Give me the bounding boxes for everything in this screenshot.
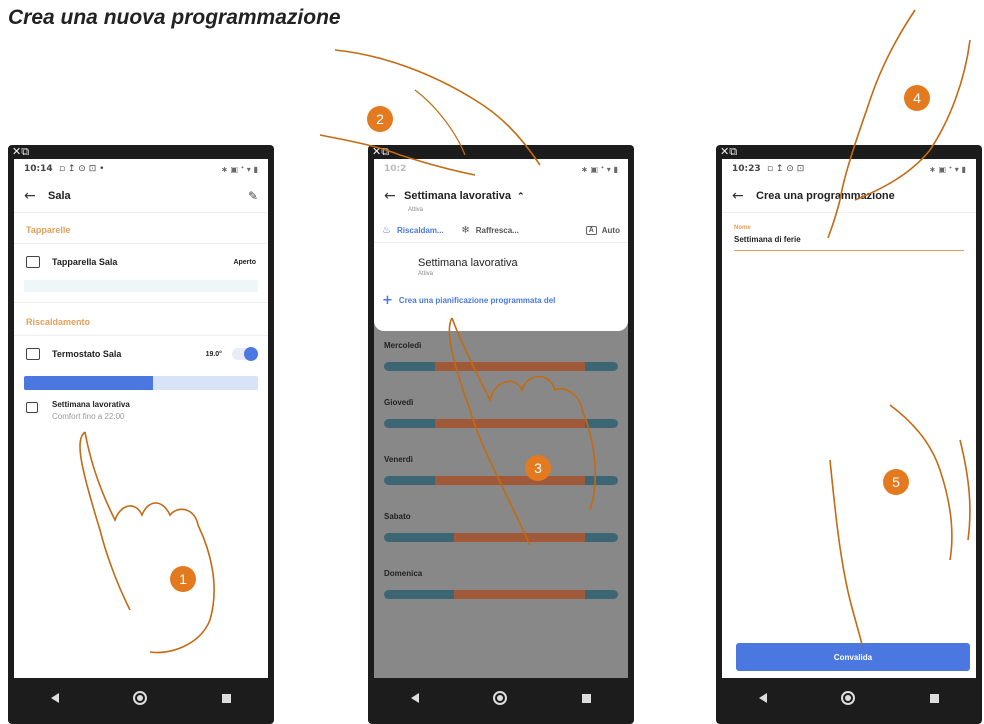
section-blinds: Tapparelle (26, 225, 71, 235)
page-title: Crea una nuova programmazione (8, 6, 341, 29)
day-name: Domenica (384, 569, 423, 578)
step-badge-5: 5 (883, 469, 909, 495)
section-heating: Riscaldamento (14, 302, 268, 335)
status-icons-right: ∗ ▣ ᐩ ▾ ▮ (581, 164, 618, 174)
back-button[interactable]: ← (732, 188, 752, 204)
nav-back-icon[interactable] (411, 693, 420, 703)
nav-back-icon[interactable] (759, 693, 768, 703)
thermostat-label: Termostato Sala (52, 349, 122, 359)
blind-row[interactable]: Tapparella Sala Aperto (14, 243, 268, 280)
pointing-hand-4-icon (827, 9, 971, 239)
program-title: Settimana lavorativa (52, 400, 130, 409)
status-time: 10:14 (24, 164, 53, 174)
blind-label: Tapparella Sala (52, 257, 118, 267)
step-badge-4: 4 (904, 85, 930, 111)
back-button[interactable]: ← (24, 188, 44, 204)
day-schedule-row[interactable]: Domenica (374, 559, 628, 616)
tab-heating-label: Riscaldam... (396, 226, 444, 235)
blind-status: Aperto (233, 258, 256, 266)
blind-icon (26, 256, 40, 268)
phone-topbar: ✕⧉ (12, 145, 30, 158)
tab-cooling-label: Raffresca... (475, 226, 519, 235)
tab-cooling[interactable]: ❄ Raffresca... (461, 225, 540, 236)
step-badge-3: 3 (525, 455, 551, 481)
create-program-label: Crea una pianificazione programmata del (398, 296, 556, 305)
tab-auto[interactable]: A Auto (541, 226, 620, 235)
thermostat-icon (26, 348, 40, 360)
pointing-hand-5-icon (829, 404, 971, 646)
plus-icon: + (382, 293, 393, 308)
pointing-hand-3-icon (448, 317, 597, 546)
thermostat-temperature: 19.0° (205, 350, 222, 358)
nav-home-icon[interactable] (841, 691, 856, 705)
status-icons-left: ▫ ↥ ⊙ ⊡ • (58, 164, 105, 174)
comfort-segment (454, 590, 586, 599)
day-schedule-bar (384, 590, 618, 599)
program-item-title: Settimana lavorativa (418, 257, 518, 269)
android-navbar (722, 678, 976, 718)
status-icons-right: ∗ ▣ ᐩ ▾ ▮ (221, 164, 258, 174)
thermostat-row[interactable]: Termostato Sala 19.0° (14, 335, 268, 372)
tab-auto-label: Auto (601, 226, 620, 235)
blind-control-bar[interactable] (24, 280, 258, 292)
android-navbar (374, 678, 628, 718)
status-time: 10:23 (732, 164, 761, 174)
pointing-hand-2-icon (319, 49, 541, 176)
temperature-slider[interactable] (24, 376, 258, 390)
nav-back-icon[interactable] (51, 693, 60, 703)
tab-heating[interactable]: ♨ Riscaldam... (382, 225, 461, 236)
nav-recent-icon[interactable] (929, 693, 939, 703)
status-bar: 10:14 ▫ ↥ ⊙ ⊡ • ∗ ▣ ᐩ ▾ ▮ (14, 159, 268, 179)
pointing-hand-1-icon (79, 431, 215, 654)
snowflake-icon: ❄ (461, 225, 470, 236)
temperature-slider-fill (24, 376, 153, 390)
program-item-subtitle: Attiva (418, 271, 434, 277)
app-header: ← Sala ✎ (14, 179, 268, 213)
auto-icon: A (585, 226, 597, 235)
nav-home-icon[interactable] (493, 691, 508, 705)
status-icons-left: ▫ ↥ ⊙ ⊡ (766, 164, 805, 174)
nav-recent-icon[interactable] (221, 693, 231, 703)
tutorial-page: Crea una nuova programmazione ✕⧉ 10:14 ▫… (0, 0, 984, 724)
header-title: Sala (48, 189, 71, 202)
nav-home-icon[interactable] (133, 691, 148, 705)
program-item[interactable]: Settimana lavorativa Attiva (374, 243, 628, 287)
flame-icon: ♨ (382, 225, 391, 236)
calendar-icon (26, 402, 38, 413)
thermostat-toggle[interactable] (232, 347, 258, 361)
mode-tabs: ♨ Riscaldam... ❄ Raffresca... A Auto (374, 213, 628, 243)
edit-icon[interactable]: ✎ (248, 189, 258, 203)
step-badge-1: 1 (170, 566, 196, 592)
step-badge-2: 2 (367, 106, 393, 132)
android-navbar (14, 678, 268, 718)
nav-recent-icon[interactable] (581, 693, 591, 703)
